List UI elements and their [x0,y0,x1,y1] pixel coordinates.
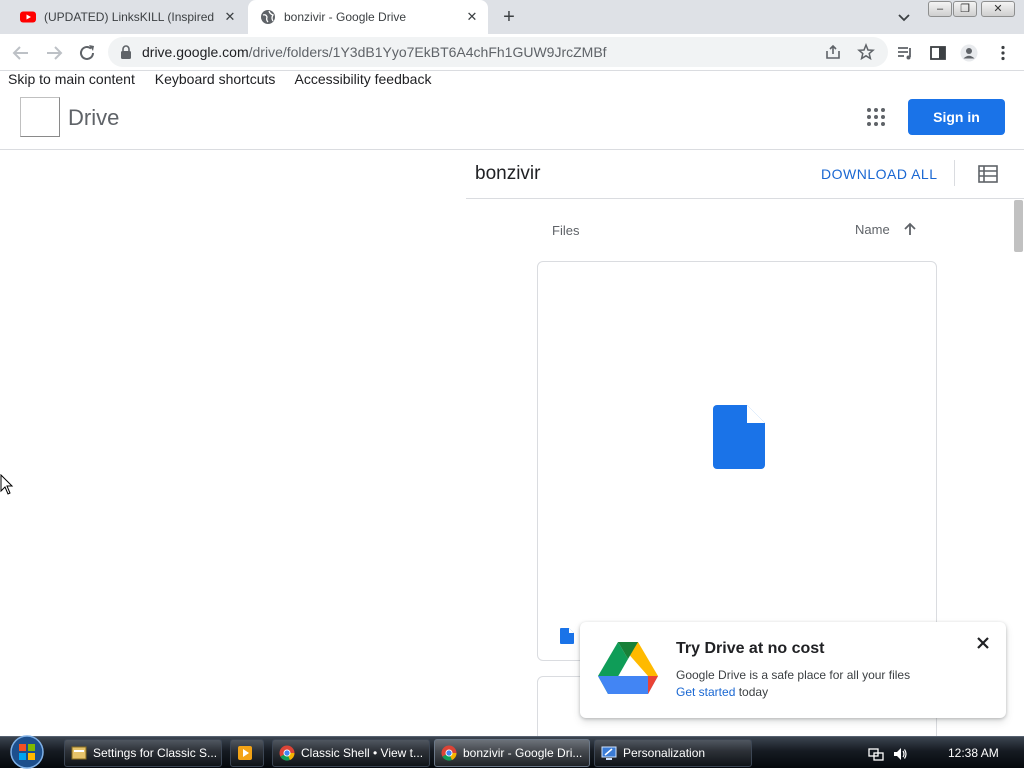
globe-icon [261,10,275,24]
try-drive-promo: Try Drive at no cost Google Drive is a s… [580,622,1006,718]
taskbar-item-label: Settings for Classic S... [93,746,218,760]
google-drive-logo-icon [598,642,658,694]
window-close-button[interactable]: ✕ [981,1,1015,17]
personalization-icon [601,746,617,760]
reload-icon[interactable] [76,42,98,64]
network-icon[interactable] [868,746,884,762]
windows-taskbar: Settings for Classic S... Classic Shell … [0,735,1024,769]
close-tab-icon[interactable]: ✕ [222,9,238,25]
system-tray: 12:38 AM [860,737,1024,769]
browser-tab-youtube[interactable]: (UPDATED) LinksKILL (Inspired By ✕ [0,0,246,34]
windows-start-orb-icon[interactable] [8,735,46,769]
browser-tab-google-drive[interactable]: bonzivir - Google Drive ✕ [248,0,488,34]
new-tab-button[interactable]: + [498,6,520,28]
close-tab-icon[interactable]: ✕ [464,9,480,25]
youtube-icon [20,11,36,23]
taskbar-item-chrome-google-drive[interactable]: bonzivir - Google Dri... [434,739,590,767]
toolbar-divider [954,160,955,186]
taskbar-item-chrome-classic-shell[interactable]: Classic Shell • View t... [272,739,430,767]
tab-search-chevron-icon[interactable] [896,9,912,25]
tab-title: (UPDATED) LinksKILL (Inspired By [44,10,218,24]
taskbar-item-label: bonzivir - Google Dri... [463,746,583,760]
file-card[interactable] [537,261,937,661]
taskbar-item-media-player[interactable] [230,739,264,767]
media-control-icon[interactable] [896,44,914,62]
accessibility-feedback-link[interactable]: Accessibility feedback [295,71,432,87]
taskbar-item-personalization[interactable]: Personalization [594,739,752,767]
url-text: drive.google.com/drive/folders/1Y3dB1Yyo… [142,44,607,60]
taskbar-item-label: Personalization [623,746,706,760]
keyboard-shortcuts-link[interactable]: Keyboard shortcuts [155,71,276,87]
sort-by-name-button[interactable]: Name [855,222,890,237]
drive-header: Drive Sign in [0,89,1024,150]
settings-icon [71,746,87,760]
taskbar-item-label: Classic Shell • View t... [301,746,424,760]
document-file-icon [713,405,765,469]
side-panel-icon[interactable] [929,44,947,62]
document-file-icon [560,628,574,644]
promo-title: Try Drive at no cost [676,640,825,657]
list-view-icon[interactable] [978,165,998,183]
page-scrollbar-thumb[interactable] [1014,200,1023,252]
skip-to-main-link[interactable]: Skip to main content [8,71,135,87]
mouse-cursor-icon [0,474,14,495]
address-bar[interactable]: drive.google.com/drive/folders/1Y3dB1Yyo… [108,37,888,67]
lock-icon[interactable] [120,45,132,59]
broken-logo-image[interactable] [20,97,60,137]
apps-grid-icon[interactable] [866,107,886,127]
share-icon[interactable] [824,43,842,61]
more-vert-icon[interactable] [994,44,1012,62]
product-name[interactable]: Drive [68,105,119,131]
forward-arrow-icon[interactable] [43,42,65,64]
bookmark-star-icon[interactable] [857,43,875,61]
profile-icon[interactable] [960,44,978,62]
taskbar-item-classic-shell-settings[interactable]: Settings for Classic S... [64,739,222,767]
download-all-button[interactable]: DOWNLOAD ALL [821,166,937,182]
taskbar-clock[interactable]: 12:38 AM [948,746,999,760]
arrow-up-icon[interactable] [902,221,918,237]
volume-icon[interactable] [892,746,908,762]
chrome-icon [441,745,457,761]
sign-in-button[interactable]: Sign in [908,99,1005,135]
chrome-icon [279,745,295,761]
media-player-icon [238,746,252,760]
promo-body: Google Drive is a safe place for all you… [676,668,911,682]
window-minimize-button[interactable]: – [928,1,952,17]
tab-title: bonzivir - Google Drive [284,10,407,24]
get-started-link[interactable]: Get started [676,685,735,699]
browser-tab-strip: (UPDATED) LinksKILL (Inspired By ✕ bonzi… [0,0,1024,34]
back-arrow-icon[interactable] [10,42,32,64]
browser-toolbar: drive.google.com/drive/folders/1Y3dB1Yyo… [0,34,1024,71]
skip-links: Skip to main content Keyboard shortcuts … [8,71,447,89]
files-section-label: Files [552,223,580,238]
folder-title: bonzivir [475,163,541,184]
promo-cta-line: Get started today [676,685,769,699]
folder-toolbar: bonzivir DOWNLOAD ALL [466,150,1024,199]
window-restore-button[interactable]: ❐ [953,1,977,17]
close-icon[interactable] [974,634,992,652]
